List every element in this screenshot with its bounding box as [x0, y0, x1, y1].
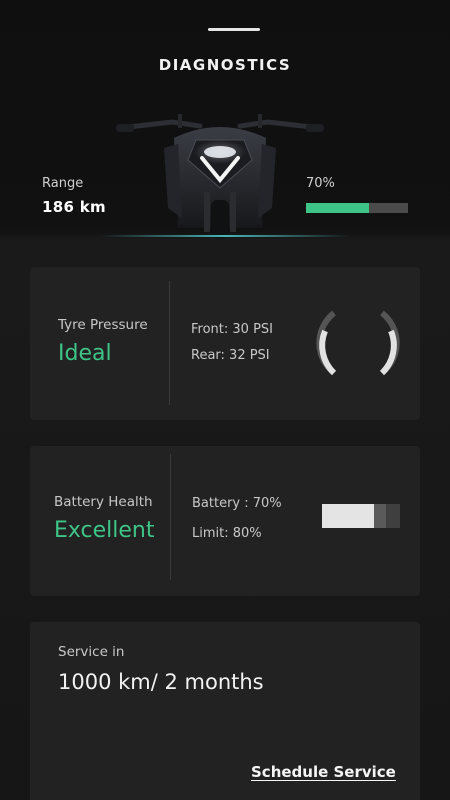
- battery-limit-segment: [374, 504, 386, 528]
- schedule-service-link[interactable]: Schedule Service: [251, 763, 396, 781]
- range-label: Range: [42, 176, 84, 191]
- motorcycle-image: [116, 114, 324, 238]
- battery-limit: Limit: 80%: [192, 526, 262, 541]
- battery-charge-segment: [322, 504, 374, 528]
- rear-pressure: Rear: 32 PSI: [191, 348, 270, 363]
- hero-accent-line: [100, 235, 350, 237]
- card-divider: [169, 281, 170, 405]
- tyre-pressure-status: Ideal: [58, 341, 112, 366]
- drag-handle[interactable]: [208, 28, 260, 31]
- battery-percent: Battery : 70%: [192, 496, 282, 511]
- front-pressure: Front: 30 PSI: [191, 322, 273, 337]
- service-due-value: 1000 km/ 2 months: [58, 670, 264, 694]
- charge-progress-bar: [306, 203, 408, 213]
- tyre-pressure-label: Tyre Pressure: [58, 317, 148, 333]
- page-title: DIAGNOSTICS: [158, 56, 292, 74]
- range-value: 186 km: [42, 198, 106, 216]
- tyre-pressure-gauge-icon: [316, 310, 400, 376]
- battery-health-status: Excellent: [54, 518, 155, 543]
- battery-health-label: Battery Health: [54, 494, 153, 510]
- card-divider: [170, 454, 171, 580]
- battery-empty-segment: [386, 504, 400, 528]
- service-card: Service in 1000 km/ 2 months Schedule Se…: [30, 622, 420, 800]
- battery-health-card[interactable]: Battery Health Excellent Battery : 70% L…: [30, 446, 420, 596]
- battery-icon: [322, 504, 400, 528]
- service-label: Service in: [58, 644, 125, 660]
- charge-progress-fill: [306, 203, 370, 213]
- charge-percent: 70%: [306, 176, 335, 191]
- diagnostics-screen: DIAGNOSTICS Range 186 km 70% Tyre Pressu…: [0, 0, 450, 800]
- tyre-pressure-card[interactable]: Tyre Pressure Ideal Front: 30 PSI Rear: …: [30, 267, 420, 420]
